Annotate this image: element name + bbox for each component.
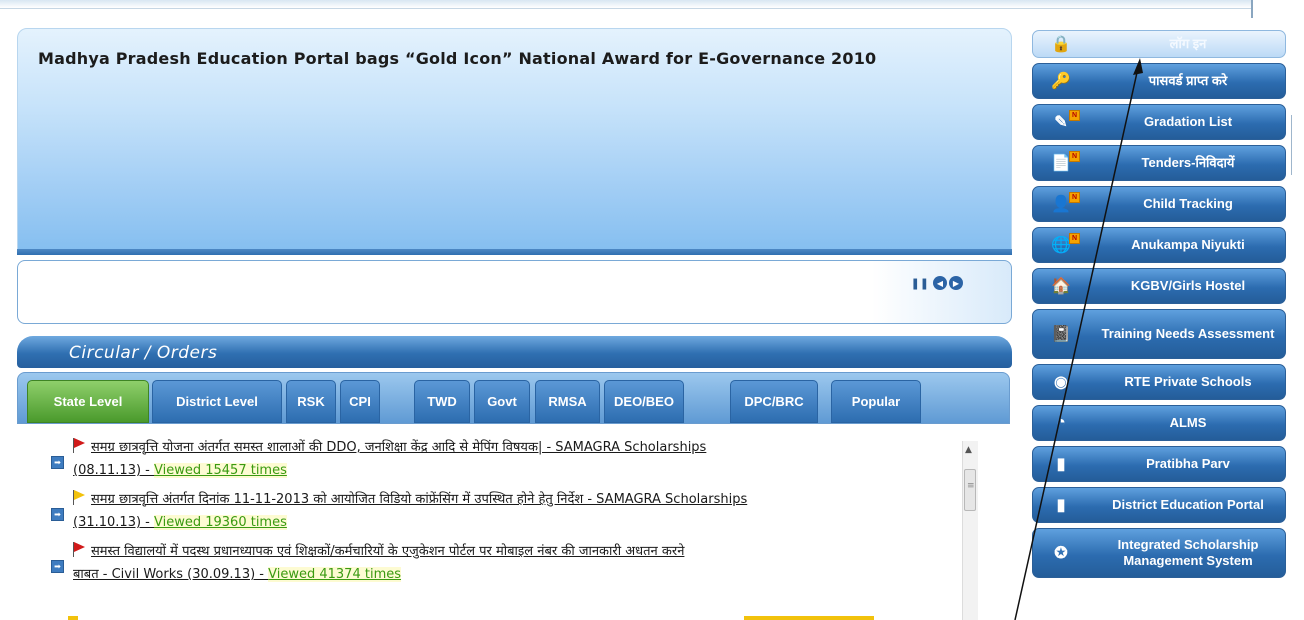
tab-popular[interactable]: Popular [831,380,921,423]
circulars-tab-bar: State Level District Level RSK CPI TWD G… [17,372,1010,424]
view-count: Viewed 41374 times [268,567,402,582]
top-border [0,0,1252,9]
previous-icon[interactable]: ◀ [933,276,947,290]
next-icon[interactable]: ▶ [949,276,963,290]
tab-twd[interactable]: TWD [414,380,470,423]
sidebar-item-label: District Education Portal [1112,497,1264,512]
sidebar-item-label: लॉग इन [1169,36,1207,51]
new-badge-icon: N [1069,110,1080,121]
key-icon: 🔑 [1051,73,1071,90]
sidebar-item-label: Tenders-निविदायें [1141,155,1235,170]
sidebar-item-label: Training Needs Assessment [1101,326,1275,341]
sidebar-item-label: Integrated Scholarship Management System [1117,537,1259,568]
next-item-peek [68,612,938,620]
circulars-list: ➡ समग्र छात्रवृत्ति योजना अंतर्गत समस्त … [27,436,982,592]
sidebar-item-label: पासवर्ड प्राप्त करे [1148,73,1228,88]
tab-district-level[interactable]: District Level [152,380,282,423]
tab-deo-beo[interactable]: DEO/BEO [604,380,684,423]
news-ticker: ❚❚ ◀ ▶ [17,260,1012,324]
list-item: ➡ समग्र छात्रवृत्ति योजना अंतर्गत समस्त … [27,436,982,482]
sidebar-item-get-password[interactable]: 🔑 पासवर्ड प्राप्त करे [1032,63,1286,99]
sidebar-item-gradation-list[interactable]: ✎ N Gradation List [1032,104,1286,140]
sidebar-item-label: Pratibha Parv [1146,456,1230,471]
lock-icon: 🔒 [1051,36,1071,53]
list-item: ➡ समग्र छात्रवृत्ति अंतर्गत दिनांक 11-11… [27,488,982,534]
sidebar-item-label: ALMS [1169,415,1207,430]
sidebar-menu: 🔒 लॉग इन 🔑 पासवर्ड प्राप्त करे ✎ N Gradation L… [1032,30,1286,583]
new-badge-icon: N [1069,192,1080,203]
tab-dpc-brc[interactable]: DPC/BRC [730,380,818,423]
circular-link-date[interactable]: (31.10.13) - [73,515,154,530]
red-flag-icon [73,438,85,453]
sidebar-item-label: RTE Private Schools [1124,374,1252,389]
disc-icon: ◉ [1054,374,1068,391]
sidebar-item-training-needs-assessment[interactable]: 📓 Training Needs Assessment [1032,309,1286,359]
sidebar-item-login[interactable]: 🔒 लॉग इन [1032,30,1286,58]
sidebar-item-integrated-scholarship[interactable]: ✪ Integrated Scholarship Management Syste… [1032,528,1286,578]
red-flag-icon [73,542,85,557]
sidebar-item-district-education-portal[interactable]: ▮ District Education Portal [1032,487,1286,523]
sidebar-item-label: Child Tracking [1143,196,1233,211]
tab-cpi[interactable]: CPI [340,380,380,423]
notebook-icon: 📓 [1051,326,1071,343]
circular-link[interactable]: समग्र छात्रवृत्ति अंतर्गत दिनांक 11-11-2… [91,492,747,507]
sidebar-item-kgbv-girls-hostel[interactable]: 🏠 KGBV/Girls Hostel [1032,268,1286,304]
tab-rmsa[interactable]: RMSA [535,380,600,423]
circular-link-date[interactable]: बाबत - Civil Works (30.09.13) - [73,567,268,582]
chart-pie-icon: ◔ [1056,414,1066,431]
arrow-bullet-icon: ➡ [51,560,64,573]
scroll-thumb[interactable] [964,469,976,511]
new-badge-icon: N [1069,233,1080,244]
tab-rsk[interactable]: RSK [286,380,336,423]
sidebar-item-label: Gradation List [1143,114,1233,129]
top-border-end [1251,0,1253,18]
circular-link[interactable]: समस्त विद्यालयों में पदस्थ प्रधानध्यापक … [91,544,684,559]
view-count: Viewed 15457 times [154,463,287,478]
circulars-title: Circular / Orders [69,343,218,363]
award-banner: Madhya Pradesh Education Portal bags “Go… [17,28,1012,250]
sidebar-item-tenders[interactable]: 📄 N Tenders-निविदायें [1032,145,1286,181]
bar-chart-icon: ▮ [1056,497,1066,514]
sidebar-item-rte-private-schools[interactable]: ◉ RTE Private Schools [1032,364,1286,400]
ticker-controls: ❚❚ ◀ ▶ [911,276,963,290]
view-count: Viewed 19360 times [154,515,287,530]
scroll-up-icon[interactable]: ▲ [965,445,972,455]
circular-link[interactable]: समग्र छात्रवृत्ति योजना अंतर्गत समस्त शा… [91,440,706,455]
sidebar-item-alms[interactable]: ◔ ALMS [1032,405,1286,441]
hostel-icon: 🏠 [1051,278,1071,295]
arrow-bullet-icon: ➡ [51,508,64,521]
yellow-flag-icon [73,490,85,505]
circular-link-date[interactable]: (08.11.13) - [73,463,154,478]
new-badge-icon: N [1069,151,1080,162]
sidebar-item-anukampa-niyukti[interactable]: 🌐 N Anukampa Niyukti [1032,227,1286,263]
tab-govt[interactable]: Govt [474,380,530,423]
banner-title: Madhya Pradesh Education Portal bags “Go… [38,49,877,68]
list-scrollbar[interactable]: ▲ [962,441,978,620]
sidebar-item-child-tracking[interactable]: 👤 N Child Tracking [1032,186,1286,222]
sidebar-item-label: Anukampa Niyukti [1131,237,1245,252]
list-item: ➡ समस्त विद्यालयों में पदस्थ प्रधानध्याप… [27,540,982,586]
bar-chart-icon: ▮ [1056,456,1066,473]
tab-state-level[interactable]: State Level [27,380,149,423]
circulars-header: Circular / Orders [17,336,1012,368]
sidebar-item-label: KGBV/Girls Hostel [1130,278,1246,293]
banner-base-bar [17,249,1012,255]
pause-icon[interactable]: ❚❚ [911,277,929,290]
page-scroll-tick [1291,115,1292,175]
sidebar-item-pratibha-parv[interactable]: ▮ Pratibha Parv [1032,446,1286,482]
arrow-bullet-icon: ➡ [51,456,64,469]
emblem-icon: ✪ [1054,545,1068,562]
